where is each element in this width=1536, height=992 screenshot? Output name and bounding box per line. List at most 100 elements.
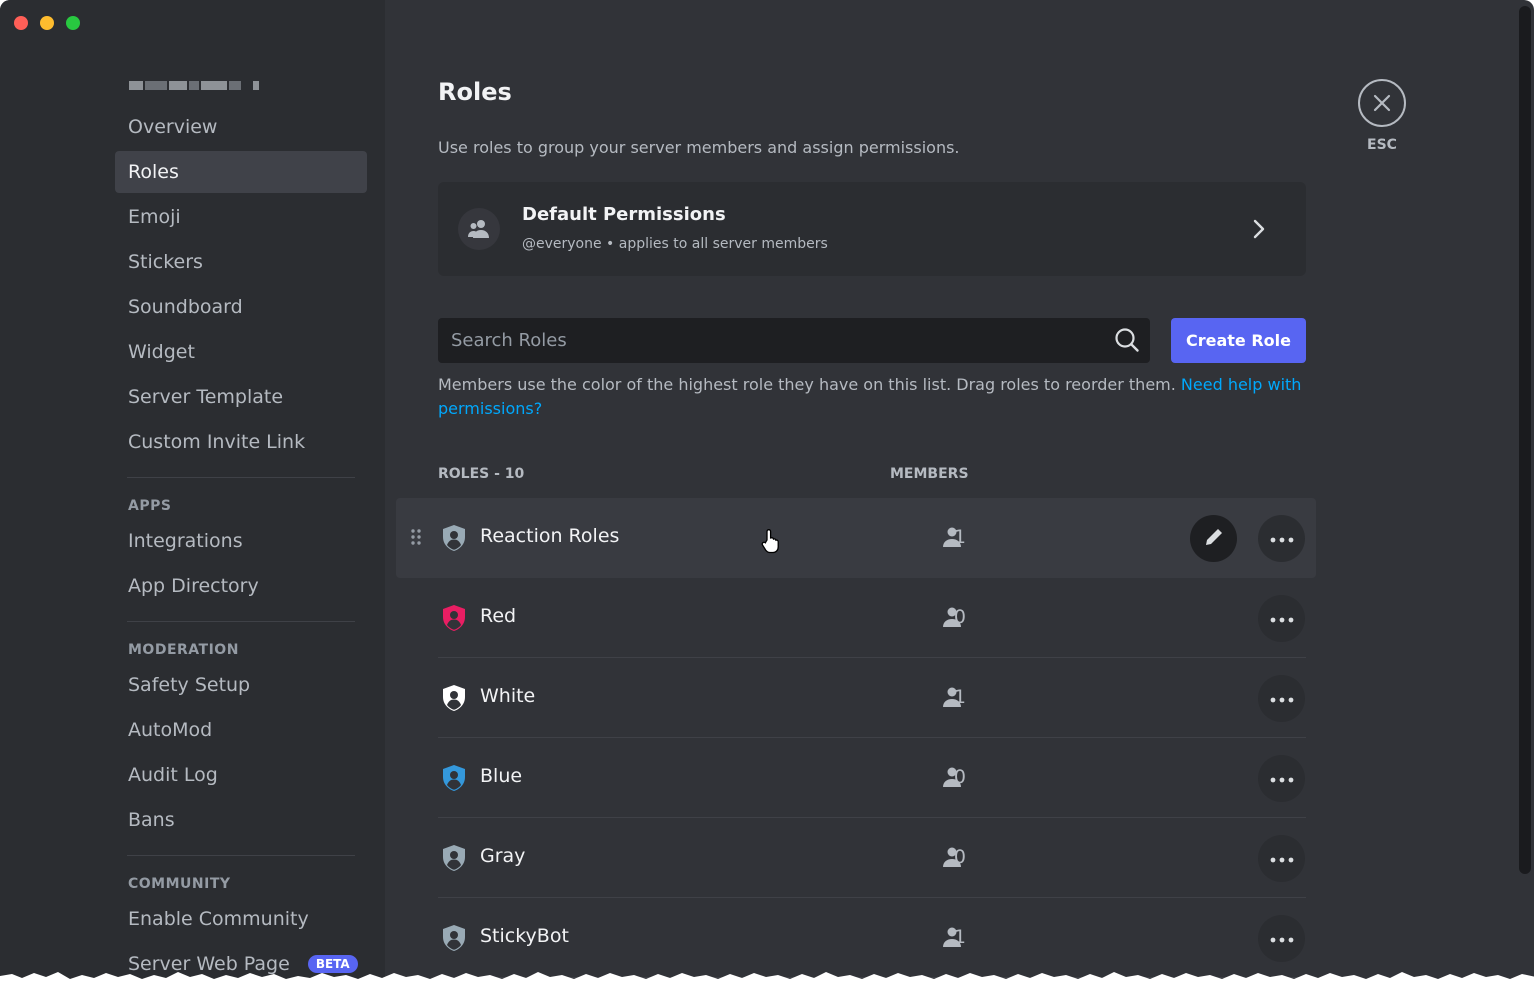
role-row[interactable]: Red 0	[396, 578, 1316, 658]
role-shield-icon	[441, 524, 467, 556]
sidebar-divider	[127, 477, 355, 478]
role-more-options-button[interactable]	[1258, 595, 1305, 642]
member-icon	[941, 926, 963, 952]
default-permissions-card[interactable]: Default Permissions @everyone • applies …	[438, 182, 1306, 276]
sidebar-item-overview[interactable]: Overview	[115, 106, 367, 148]
sidebar-item-widget[interactable]: Widget	[115, 331, 367, 373]
more-horizontal-icon	[1270, 771, 1294, 786]
default-permissions-title: Default Permissions	[522, 204, 726, 225]
role-row[interactable]: Gray 0	[396, 818, 1316, 898]
scrollbar[interactable]	[1519, 6, 1531, 874]
settings-window: Overview Roles Emoji Stickers Soundboard…	[0, 0, 1534, 992]
default-permissions-subtitle: @everyone • applies to all server member…	[522, 236, 828, 252]
sidebar-item-soundboard[interactable]: Soundboard	[115, 286, 367, 328]
role-row[interactable]: StickyBot 1	[396, 898, 1316, 978]
sidebar-item-roles[interactable]: Roles	[115, 151, 367, 193]
pencil-icon	[1203, 526, 1225, 551]
sidebar-item-label: Stickers	[128, 251, 203, 273]
minimize-window-button[interactable]	[40, 16, 54, 30]
sidebar-section-community: COMMUNITY	[128, 876, 231, 892]
role-more-options-button[interactable]	[1258, 755, 1305, 802]
member-icon	[941, 846, 963, 872]
role-row[interactable]: Blue 0	[396, 738, 1316, 818]
page-subtitle: Use roles to group your server members a…	[438, 138, 960, 157]
role-name: Red	[480, 605, 517, 627]
window-controls	[14, 16, 80, 30]
role-shield-icon	[441, 924, 467, 956]
role-shield-icon	[441, 764, 467, 796]
sidebar-section-apps: APPS	[128, 498, 172, 514]
sidebar-divider	[127, 621, 355, 622]
more-horizontal-icon	[1270, 931, 1294, 946]
torn-edge	[0, 972, 1536, 992]
esc-label: ESC	[1367, 137, 1397, 153]
sidebar-item-enable-community[interactable]: Enable Community	[115, 898, 367, 940]
members-column-header: MEMBERS	[890, 466, 969, 482]
sidebar-item-label: Soundboard	[128, 296, 243, 318]
role-row[interactable]: White 1	[396, 658, 1316, 738]
sidebar-item-label: Overview	[128, 116, 218, 138]
hand-cursor-icon	[760, 528, 782, 558]
sidebar-item-server-template[interactable]: Server Template	[115, 376, 367, 418]
member-icon	[941, 526, 963, 552]
drag-handle-icon[interactable]	[410, 528, 422, 550]
role-more-options-button[interactable]	[1258, 835, 1305, 882]
role-name: White	[480, 685, 536, 707]
sidebar-item-automod[interactable]: AutoMod	[115, 709, 367, 751]
more-horizontal-icon	[1270, 691, 1294, 706]
search-roles-field	[438, 318, 1150, 363]
chevron-right-icon	[1252, 218, 1266, 244]
sidebar-item-safety-setup[interactable]: Safety Setup	[115, 664, 367, 706]
sidebar-item-label: Widget	[128, 341, 195, 363]
sidebar-item-label: Integrations	[128, 530, 243, 552]
sidebar-divider	[127, 855, 355, 856]
member-icon	[941, 766, 963, 792]
sidebar-item-bans[interactable]: Bans	[115, 799, 367, 841]
sidebar-item-stickers[interactable]: Stickers	[115, 241, 367, 283]
role-row[interactable]: Reaction Roles 1	[396, 498, 1316, 578]
sidebar-item-label: Roles	[128, 161, 179, 183]
sidebar-item-label: Safety Setup	[128, 674, 251, 696]
role-name: Gray	[480, 845, 526, 867]
role-name: Blue	[480, 765, 523, 787]
sidebar-item-custom-invite-link[interactable]: Custom Invite Link	[115, 421, 367, 463]
sidebar-item-label: Bans	[128, 809, 175, 831]
role-name: StickyBot	[480, 925, 569, 947]
sidebar-item-label: AutoMod	[128, 719, 213, 741]
sidebar-item-label: App Directory	[128, 575, 259, 597]
sidebar-item-label: Enable Community	[128, 908, 309, 930]
sidebar-item-label: Audit Log	[128, 764, 218, 786]
sidebar-item-label: Custom Invite Link	[128, 431, 306, 453]
server-name-redacted	[129, 74, 367, 96]
sidebar-item-audit-log[interactable]: Audit Log	[115, 754, 367, 796]
more-horizontal-icon	[1270, 531, 1294, 546]
roles-helper-text: Members use the color of the highest rol…	[438, 373, 1306, 421]
edit-role-button[interactable]	[1190, 515, 1237, 562]
sidebar-item-label: Server Template	[128, 386, 284, 408]
close-window-button[interactable]	[14, 16, 28, 30]
member-icon	[941, 686, 963, 712]
close-icon	[1358, 79, 1406, 127]
page-title: Roles	[438, 78, 512, 106]
create-role-button[interactable]: Create Role	[1171, 318, 1306, 363]
role-shield-icon	[441, 844, 467, 876]
role-shield-icon	[441, 604, 467, 636]
role-more-options-button[interactable]	[1258, 915, 1305, 962]
sidebar-item-integrations[interactable]: Integrations	[115, 520, 367, 562]
sidebar-item-emoji[interactable]: Emoji	[115, 196, 367, 238]
sidebar-item-app-directory[interactable]: App Directory	[115, 565, 367, 607]
role-more-options-button[interactable]	[1258, 515, 1305, 562]
close-settings-button[interactable]: ESC	[1358, 79, 1406, 153]
sidebar-section-moderation: MODERATION	[128, 642, 239, 658]
role-name: Reaction Roles	[480, 525, 620, 547]
search-icon[interactable]	[1114, 327, 1140, 357]
roles-column-header: ROLES - 10	[438, 466, 525, 482]
sidebar-item-label: Emoji	[128, 206, 181, 228]
search-roles-input[interactable]	[438, 318, 1124, 363]
members-group-icon	[458, 208, 500, 250]
settings-sidebar: Overview Roles Emoji Stickers Soundboard…	[0, 0, 385, 992]
role-more-options-button[interactable]	[1258, 675, 1305, 722]
role-shield-icon	[441, 684, 467, 716]
zoom-window-button[interactable]	[66, 16, 80, 30]
member-icon	[941, 606, 963, 632]
